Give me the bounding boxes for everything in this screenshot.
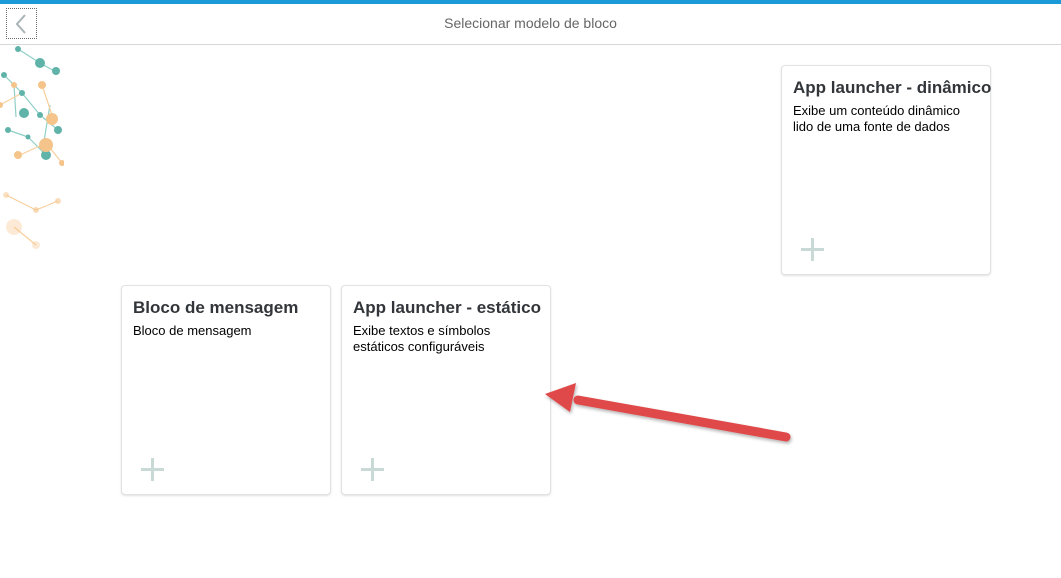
plus-icon[interactable] [141, 458, 165, 482]
page: Selecionar modelo de bloco App launcher … [0, 0, 1061, 578]
plus-icon[interactable] [361, 458, 385, 482]
tile-description: Exibe um conteúdo dinâmico lido de uma f… [793, 103, 960, 134]
header-bar: Selecionar modelo de bloco [0, 4, 1061, 45]
molecule-decoration [0, 46, 64, 249]
plus-icon[interactable] [801, 238, 825, 262]
tile-app-launcher-static[interactable]: App launcher - estático Exibe textos e s… [341, 285, 551, 495]
tile-app-launcher-dynamic[interactable]: App launcher - dinâmico Exibe um conteúd… [781, 65, 991, 275]
tile-title: App launcher - dinâmico [793, 78, 992, 97]
tile-description: Exibe textos e símbolos estáticos config… [353, 323, 491, 354]
tile-description: Bloco de mensagem [133, 323, 252, 338]
page-title: Selecionar modelo de bloco [444, 15, 617, 31]
tile-title: App launcher - estático [353, 298, 541, 317]
tile-title: Bloco de mensagem [133, 298, 299, 317]
tile-message-block[interactable]: Bloco de mensagem Bloco de mensagem [121, 285, 331, 495]
